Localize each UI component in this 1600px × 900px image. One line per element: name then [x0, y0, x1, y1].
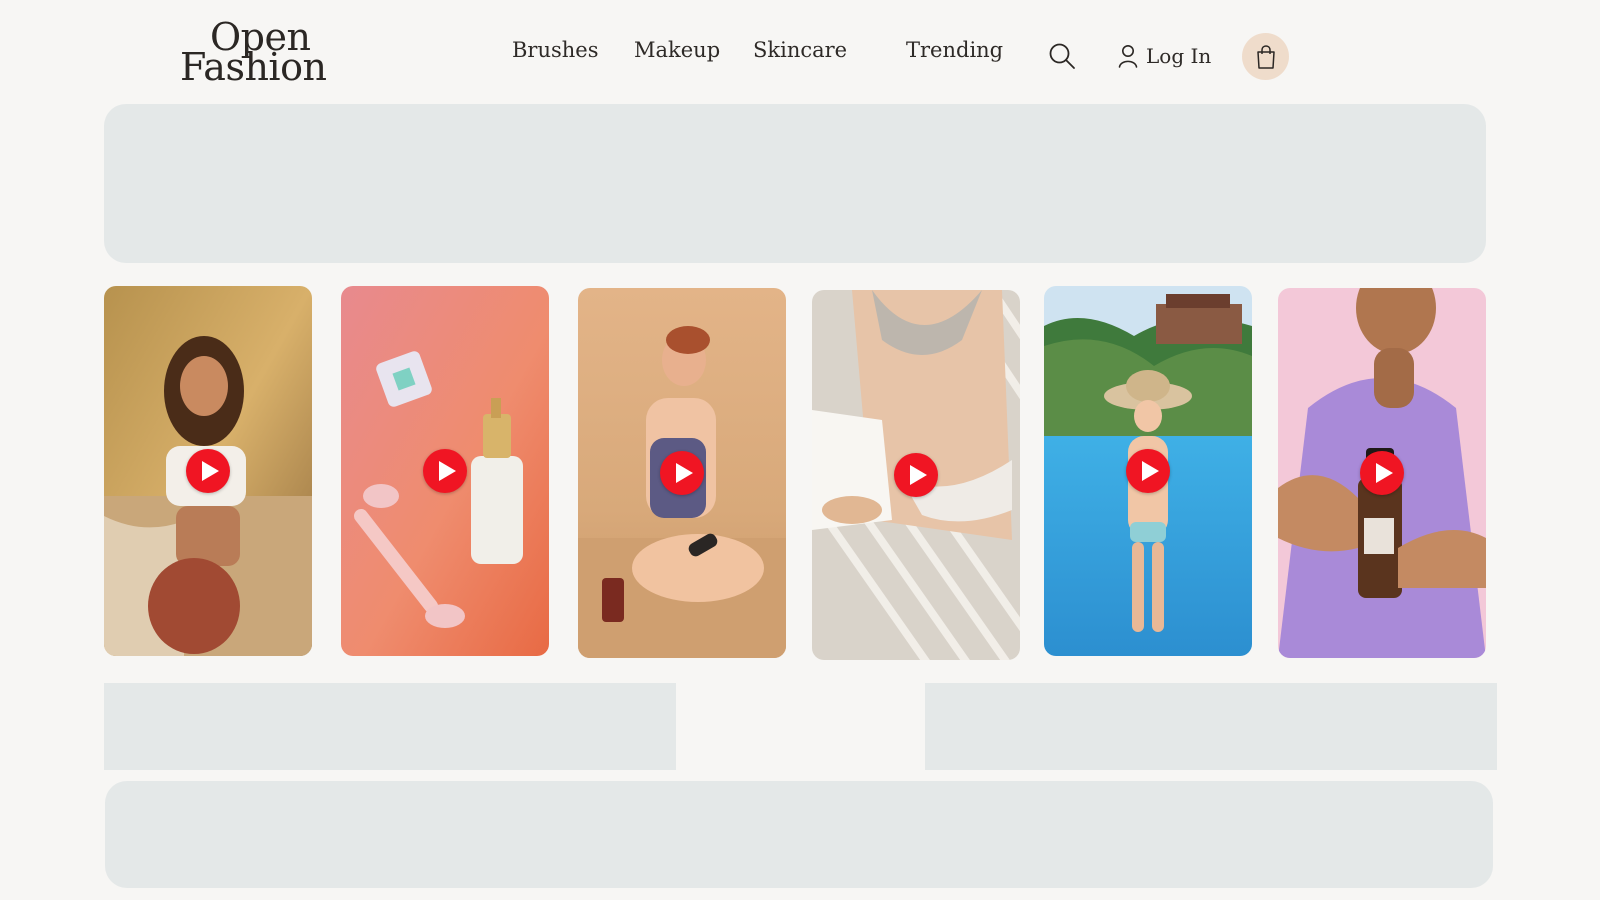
video-card-3[interactable] — [578, 288, 786, 658]
play-icon[interactable] — [1126, 449, 1170, 493]
brand-logo[interactable]: Open Fashion — [180, 18, 342, 90]
video-card-4[interactable] — [812, 290, 1020, 660]
video-card-2[interactable] — [341, 286, 549, 656]
footer-banner-placeholder — [105, 781, 1493, 888]
nav-item-trending[interactable]: Trending — [906, 38, 1003, 62]
video-card-5[interactable] — [1044, 286, 1252, 656]
search-button[interactable] — [1046, 40, 1078, 72]
site-header: Open Fashion Brushes Makeup Skincare Tre… — [0, 0, 1600, 104]
play-icon[interactable] — [423, 449, 467, 493]
login-label: Log In — [1146, 44, 1212, 68]
search-icon — [1049, 43, 1075, 69]
play-icon[interactable] — [660, 451, 704, 495]
content-placeholder-left — [104, 683, 676, 770]
nav-item-makeup[interactable]: Makeup — [634, 38, 720, 62]
shopping-bag-icon — [1256, 44, 1275, 69]
video-card-6[interactable] — [1278, 288, 1486, 658]
user-icon — [1118, 45, 1138, 68]
play-icon[interactable] — [1360, 451, 1404, 495]
hero-banner-placeholder — [104, 104, 1486, 263]
content-placeholder-right — [925, 683, 1497, 770]
video-card-1[interactable] — [104, 286, 312, 656]
play-icon[interactable] — [186, 449, 230, 493]
cart-button[interactable] — [1242, 33, 1289, 80]
nav-item-brushes[interactable]: Brushes — [512, 38, 599, 62]
play-icon[interactable] — [894, 453, 938, 497]
login-button[interactable]: Log In — [1118, 40, 1211, 72]
nav-item-skincare[interactable]: Skincare — [753, 38, 847, 62]
logo-line-2: Fashion — [180, 45, 327, 89]
